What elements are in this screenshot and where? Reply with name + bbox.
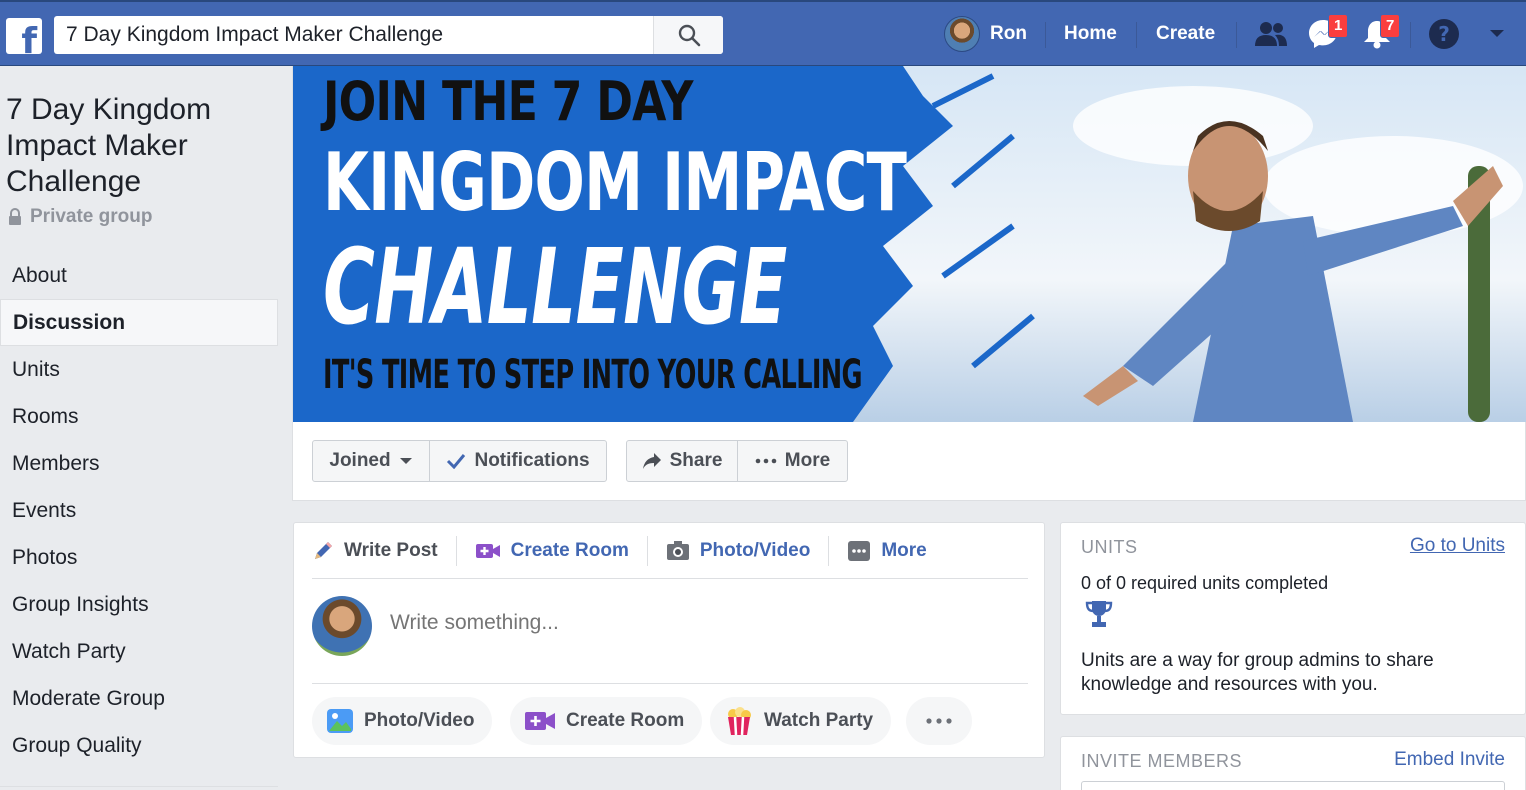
profile-link[interactable]: Ron <box>944 2 1027 66</box>
friends-icon <box>1255 22 1287 46</box>
search-input[interactable] <box>54 16 652 54</box>
more-label: More <box>784 450 831 471</box>
camera-icon <box>666 540 689 560</box>
help-button[interactable]: ? <box>1428 2 1460 66</box>
post-composer: Write Post Create Room Photo/Video More … <box>293 522 1045 758</box>
pill-label: Photo/Video <box>364 710 475 731</box>
group-sidebar-nav: About Discussion Units Rooms Members Eve… <box>0 252 278 769</box>
joined-label: Joined <box>329 450 391 471</box>
facebook-logo-icon[interactable]: f <box>6 18 42 54</box>
photo-icon <box>327 709 353 733</box>
trophy-icon <box>1085 601 1113 627</box>
svg-text:?: ? <box>1438 22 1450 46</box>
cover-headline-1: JOIN THE 7 DAY <box>323 70 693 133</box>
post-input[interactable] <box>390 611 990 635</box>
more-options-button[interactable] <box>906 697 972 745</box>
search-button[interactable] <box>653 16 723 54</box>
video-room-icon <box>525 712 555 730</box>
cover-headline-3: CHALLENGE <box>323 226 787 348</box>
cover-headline-2: KINGDOM IMPACT <box>323 136 907 229</box>
avatar[interactable] <box>312 596 372 656</box>
share-arrow-icon <box>642 453 661 469</box>
user-name: Ron <box>990 23 1027 44</box>
units-description: Units are a way for group admins to shar… <box>1081 650 1434 695</box>
sidebar-item-group-quality[interactable]: Group Quality <box>0 722 278 769</box>
embed-invite-link[interactable]: Embed Invite <box>1394 749 1505 771</box>
tab-label: Photo/Video <box>699 539 811 561</box>
units-card: UNITS Go to Units 0 of 0 required units … <box>1060 522 1526 715</box>
units-heading: UNITS <box>1081 537 1138 557</box>
search-box <box>54 16 723 54</box>
ellipsis-icon <box>755 458 777 464</box>
popcorn-icon <box>728 707 751 736</box>
search-icon <box>678 24 700 47</box>
friend-requests-button[interactable] <box>1254 2 1288 66</box>
sidebar-item-discussion[interactable]: Discussion <box>0 299 278 346</box>
sidebar-item-units[interactable]: Units <box>0 346 278 393</box>
notifications-label: Notifications <box>474 450 590 471</box>
pill-label: Watch Party <box>764 710 874 731</box>
top-navigation-bar: f Ron Home Create 1 7 ? <box>0 0 1526 66</box>
invite-heading: INVITE MEMBERS <box>1081 751 1243 771</box>
tab-label: Create Room <box>510 539 629 561</box>
lock-icon <box>9 208 21 225</box>
avatar <box>944 16 980 52</box>
notifications-button[interactable]: Notifications <box>429 440 607 482</box>
pencil-icon <box>315 541 332 559</box>
create-link[interactable]: Create <box>1156 23 1215 45</box>
tab-create-room[interactable]: Create Room <box>457 535 648 566</box>
divider <box>0 786 278 787</box>
sidebar-item-moderate-group[interactable]: Moderate Group <box>0 675 278 722</box>
sidebar-item-events[interactable]: Events <box>0 487 278 534</box>
sidebar-item-about[interactable]: About <box>0 252 278 299</box>
help-icon: ? <box>1429 19 1459 49</box>
sidebar-item-photos[interactable]: Photos <box>0 534 278 581</box>
share-button[interactable]: Share <box>626 440 738 482</box>
tab-photo-video[interactable]: Photo/Video <box>648 535 830 566</box>
home-link[interactable]: Home <box>1064 23 1117 45</box>
sidebar-item-watch-party[interactable]: Watch Party <box>0 628 278 675</box>
pill-label: Create Room <box>566 710 685 731</box>
divider <box>312 683 1028 684</box>
checkmark-icon <box>447 454 466 469</box>
tab-label: More <box>881 539 927 561</box>
account-menu-button[interactable] <box>1488 2 1506 66</box>
group-title[interactable]: 7 Day Kingdom Impact Maker Challenge <box>6 92 276 200</box>
sidebar-item-members[interactable]: Members <box>0 440 278 487</box>
composer-tabs: Write Post Create Room Photo/Video More <box>312 523 1028 579</box>
tab-label: Write Post <box>344 539 438 561</box>
sidebar-item-group-insights[interactable]: Group Insights <box>0 581 278 628</box>
units-progress: 0 of 0 required units completed <box>1081 573 1329 593</box>
invite-input[interactable] <box>1081 781 1505 790</box>
ellipsis-icon <box>926 718 952 724</box>
notifications-badge: 7 <box>1380 14 1401 38</box>
divider <box>1136 22 1137 48</box>
messages-badge: 1 <box>1328 14 1349 38</box>
more-box-icon <box>848 540 871 561</box>
invite-members-card: INVITE MEMBERS Embed Invite <box>1060 736 1526 790</box>
divider <box>1410 22 1411 48</box>
caret-down-icon <box>399 458 412 464</box>
go-to-units-link[interactable]: Go to Units <box>1410 535 1505 557</box>
caret-down-icon <box>1490 30 1504 37</box>
create-room-button[interactable]: Create Room <box>510 697 703 745</box>
divider <box>1045 22 1046 48</box>
cover-tagline: IT'S TIME TO STEP INTO YOUR CALLING <box>323 352 863 398</box>
more-button[interactable]: More <box>737 440 848 482</box>
cover-photo[interactable]: JOIN THE 7 DAY KINGDOM IMPACT CHALLENGE … <box>293 66 1526 422</box>
tab-write-post[interactable]: Write Post <box>312 535 457 566</box>
sidebar-item-rooms[interactable]: Rooms <box>0 393 278 440</box>
privacy-label: Private group <box>8 206 152 228</box>
joined-button[interactable]: Joined <box>312 440 430 482</box>
photo-video-button[interactable]: Photo/Video <box>312 697 493 745</box>
divider <box>1236 22 1237 48</box>
share-label: Share <box>669 450 723 471</box>
watch-party-button[interactable]: Watch Party <box>710 697 892 745</box>
privacy-text: Private group <box>30 206 153 227</box>
tab-more[interactable]: More <box>829 536 944 566</box>
video-room-icon <box>475 543 500 558</box>
